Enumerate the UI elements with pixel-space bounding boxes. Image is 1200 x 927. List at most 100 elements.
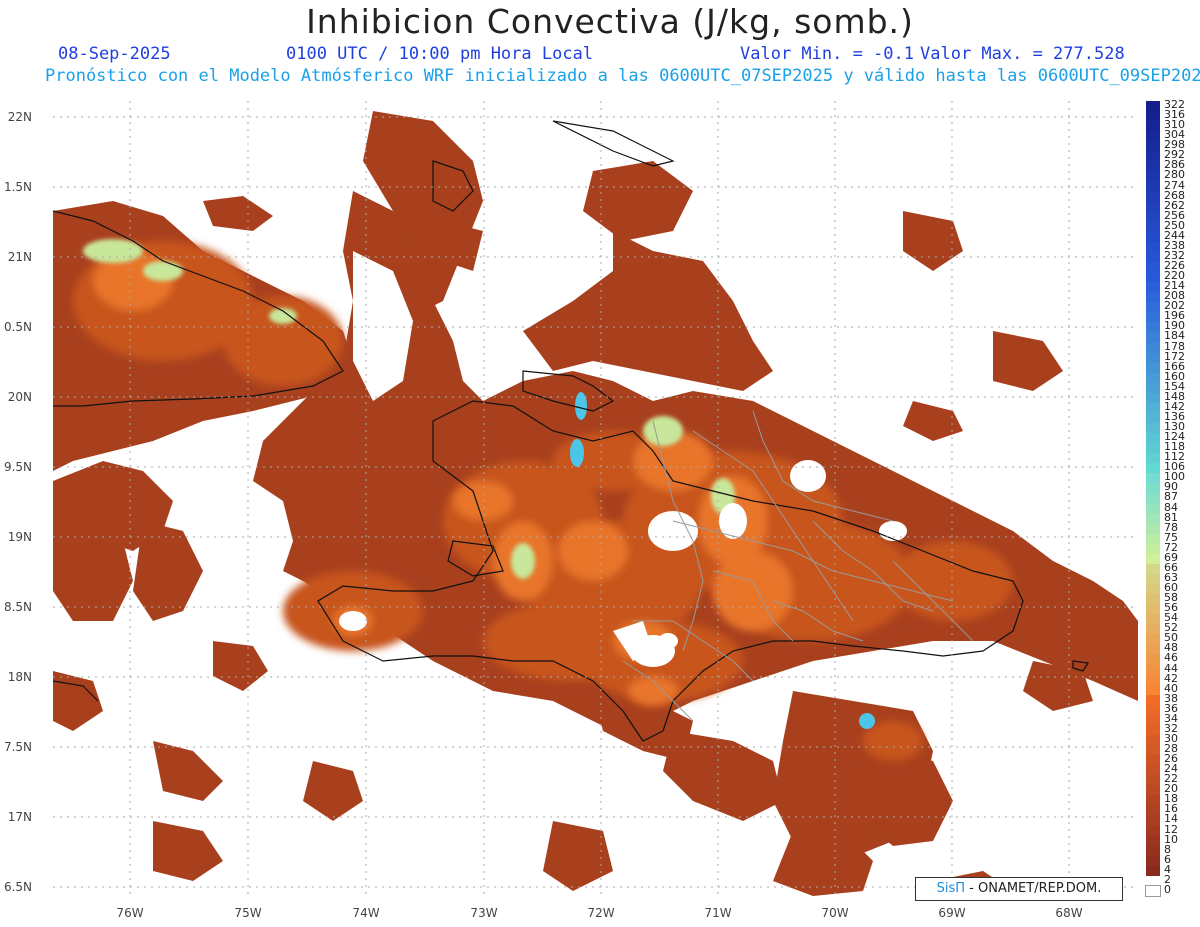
lat-label: 21N bbox=[7, 250, 32, 264]
colorbar-swatch bbox=[1146, 523, 1160, 534]
colorbar-swatch bbox=[1146, 292, 1160, 303]
colorbar-swatch bbox=[1146, 483, 1160, 494]
colorbar-swatch bbox=[1146, 573, 1160, 584]
lon-label: 72W bbox=[587, 906, 615, 920]
lat-label: 17N bbox=[7, 810, 32, 824]
lon-label: 69W bbox=[938, 906, 966, 920]
colorbar-swatch bbox=[1146, 121, 1160, 132]
lat-label: 0.5N bbox=[3, 320, 32, 334]
colorbar-swatch bbox=[1146, 745, 1160, 756]
date-label: 08-Sep-2025 bbox=[58, 44, 171, 64]
colorbar-swatch bbox=[1146, 563, 1160, 574]
colorbar-swatch bbox=[1146, 513, 1160, 524]
colorbar-swatch bbox=[1146, 815, 1160, 826]
colorbar-swatch bbox=[1146, 825, 1160, 836]
colorbar-swatch bbox=[1146, 362, 1160, 373]
colorbar-swatch bbox=[1146, 755, 1160, 766]
colorbar-swatch bbox=[1146, 734, 1160, 745]
colorbar-swatch bbox=[1146, 241, 1160, 252]
cin-map bbox=[53, 101, 1138, 896]
colorbar-swatch bbox=[1146, 604, 1160, 615]
colorbar-swatch bbox=[1146, 855, 1160, 866]
colorbar-swatch bbox=[1146, 463, 1160, 474]
colorbar-swatch bbox=[1146, 644, 1160, 655]
lon-label: 68W bbox=[1055, 906, 1083, 920]
colorbar-swatch bbox=[1146, 171, 1160, 182]
colorbar-swatch bbox=[1146, 372, 1160, 383]
colorbar-swatch bbox=[1146, 161, 1160, 172]
colorbar-swatch bbox=[1146, 312, 1160, 323]
colorbar-swatch bbox=[1146, 282, 1160, 293]
colorbar-swatch bbox=[1146, 724, 1160, 735]
lat-label: 1.5N bbox=[3, 180, 32, 194]
colorbar-swatch bbox=[1146, 342, 1160, 353]
colorbar-swatch bbox=[1146, 443, 1160, 454]
min-value-label: Valor Min. = -0.1 bbox=[740, 44, 914, 64]
lon-label: 76W bbox=[116, 906, 144, 920]
colorbar-swatch bbox=[1146, 533, 1160, 544]
lat-label: 8.5N bbox=[3, 600, 32, 614]
colorbar-swatch bbox=[1146, 493, 1160, 504]
colorbar-swatch bbox=[1146, 201, 1160, 212]
lon-label: 73W bbox=[470, 906, 498, 920]
colorbar-swatch bbox=[1146, 412, 1160, 423]
colorbar-swatch bbox=[1146, 584, 1160, 595]
colorbar-swatch bbox=[1146, 553, 1160, 564]
colorbar-swatch bbox=[1146, 453, 1160, 464]
max-value-label: Valor Max. = 277.528 bbox=[920, 44, 1125, 64]
colorbar-swatch bbox=[1146, 875, 1160, 886]
colorbar-swatch bbox=[1146, 805, 1160, 816]
colorbar-swatch bbox=[1146, 795, 1160, 806]
colorbar-swatch bbox=[1146, 845, 1160, 856]
colorbar-swatch bbox=[1146, 634, 1160, 645]
onamet-logo: SisΠ - ONAMET/REP.DOM. bbox=[915, 877, 1123, 901]
colorbar-swatch bbox=[1146, 433, 1160, 444]
colorbar-swatch bbox=[1146, 262, 1160, 273]
colorbar-swatch bbox=[1146, 392, 1160, 403]
logo-text: - ONAMET/REP.DOM. bbox=[965, 881, 1102, 896]
colorbar-swatch bbox=[1146, 302, 1160, 313]
lat-label: 19N bbox=[7, 530, 32, 544]
colorbar-swatch bbox=[1146, 352, 1160, 363]
colorbar-swatch bbox=[1146, 674, 1160, 685]
colorbar-swatch bbox=[1146, 221, 1160, 232]
lat-label: 7.5N bbox=[3, 740, 32, 754]
colorbar-swatch bbox=[1146, 835, 1160, 846]
map-title: Inhibicion Convectiva (J/kg, somb.) bbox=[306, 2, 914, 41]
lon-label: 70W bbox=[821, 906, 849, 920]
colorbar bbox=[1145, 101, 1161, 897]
colorbar-swatch bbox=[1146, 624, 1160, 635]
colorbar-swatch bbox=[1146, 594, 1160, 605]
colorbar-swatch bbox=[1146, 765, 1160, 776]
lon-label: 75W bbox=[234, 906, 262, 920]
colorbar-swatch bbox=[1146, 423, 1160, 434]
colorbar-swatch bbox=[1146, 775, 1160, 786]
lon-label: 71W bbox=[704, 906, 732, 920]
colorbar-swatch bbox=[1146, 694, 1160, 705]
lat-label: 18N bbox=[7, 670, 32, 684]
forecast-subtitle: Pronóstico con el Modelo Atmósferico WRF… bbox=[45, 66, 1200, 86]
colorbar-swatch bbox=[1146, 181, 1160, 192]
colorbar-swatch bbox=[1146, 141, 1160, 152]
colorbar-swatch bbox=[1146, 664, 1160, 675]
colorbar-swatch bbox=[1146, 111, 1160, 122]
colorbar-swatch bbox=[1146, 704, 1160, 715]
colorbar-swatch bbox=[1146, 614, 1160, 625]
colorbar-swatch bbox=[1146, 332, 1160, 343]
time-label: 0100 UTC / 10:00 pm Hora Local bbox=[286, 44, 594, 64]
colorbar-swatch bbox=[1146, 322, 1160, 333]
logo-brand: SisΠ bbox=[936, 881, 966, 896]
colorbar-swatch bbox=[1146, 191, 1160, 202]
colorbar-swatch bbox=[1146, 151, 1160, 162]
lat-label: 22N bbox=[7, 110, 32, 124]
colorbar-swatch bbox=[1146, 211, 1160, 222]
lon-label: 74W bbox=[352, 906, 380, 920]
lat-label: 6.5N bbox=[3, 880, 32, 894]
colorbar-swatch bbox=[1146, 503, 1160, 514]
colorbar-swatch bbox=[1146, 785, 1160, 796]
colorbar-swatch bbox=[1146, 543, 1160, 554]
colorbar-swatch bbox=[1146, 865, 1160, 876]
colorbar-swatch bbox=[1146, 402, 1160, 413]
colorbar-swatch bbox=[1146, 654, 1160, 665]
colorbar-swatch bbox=[1146, 231, 1160, 242]
